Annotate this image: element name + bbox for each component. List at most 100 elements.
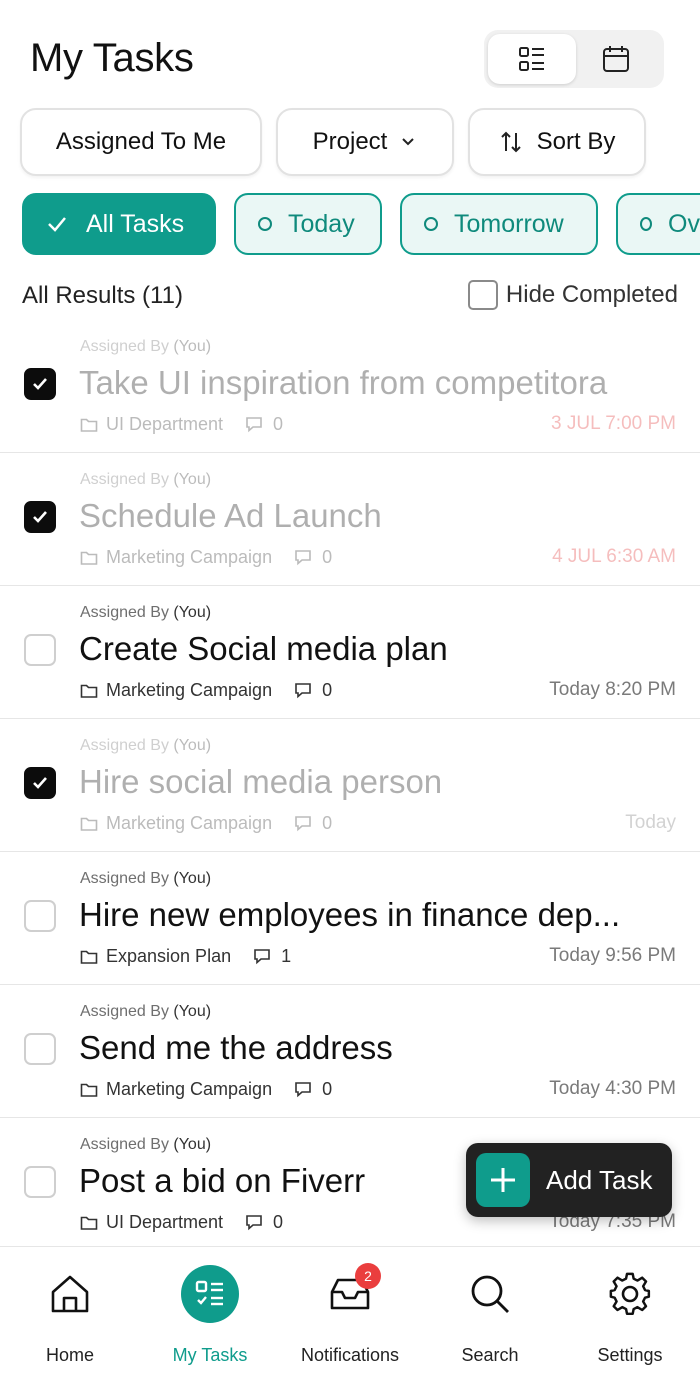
check-icon bbox=[33, 511, 47, 523]
nav-home-label: Home bbox=[45, 1345, 94, 1365]
task-meta: Expansion Plan 1 bbox=[80, 946, 291, 967]
task-project: Marketing Campaign bbox=[106, 1079, 273, 1099]
task-checkbox[interactable] bbox=[24, 634, 56, 666]
add-task-button[interactable]: Add Task bbox=[466, 1143, 672, 1217]
task-title: Hire social media person bbox=[79, 763, 443, 800]
task-checkbox[interactable] bbox=[24, 1033, 56, 1065]
task-comment-count: 0 bbox=[322, 813, 333, 833]
nav-my-tasks-label: My Tasks bbox=[172, 1345, 248, 1365]
task-title: Create Social media plan bbox=[79, 630, 448, 667]
folder-icon bbox=[80, 550, 98, 566]
chip-today-label: Today bbox=[288, 209, 355, 238]
task-title: Take UI inspiration from competitora bbox=[79, 364, 608, 401]
task-meta: UI Department 0 bbox=[80, 1212, 283, 1233]
task-checkbox[interactable] bbox=[24, 900, 56, 932]
calendar-icon bbox=[603, 46, 629, 72]
task-comment-count: 0 bbox=[322, 680, 333, 700]
gear-icon bbox=[601, 1265, 659, 1323]
task-meta: UI Department 0 bbox=[80, 414, 283, 435]
view-toggle bbox=[484, 30, 664, 88]
plus-icon bbox=[476, 1153, 530, 1207]
task-checkbox[interactable] bbox=[24, 368, 56, 400]
chip-today[interactable]: Today bbox=[234, 193, 382, 255]
task-checkbox[interactable] bbox=[24, 767, 56, 799]
task-project: Marketing Campaign bbox=[106, 813, 273, 833]
task-title: Hire new employees in finance dep... bbox=[79, 896, 621, 933]
task-meta: Marketing Campaign 0 bbox=[80, 1079, 332, 1100]
results-count: All Results (11) bbox=[22, 282, 183, 309]
nav-search[interactable]: Search bbox=[420, 1265, 560, 1375]
task-due-date: 4 JUL 6:30 AM bbox=[552, 546, 676, 567]
results-bar: All Results (11) Hide Completed bbox=[22, 280, 678, 312]
hide-completed-toggle[interactable]: Hide Completed bbox=[467, 280, 678, 310]
task-project: UI Department bbox=[106, 1212, 224, 1232]
folder-icon bbox=[80, 417, 98, 433]
circle-icon bbox=[258, 217, 272, 231]
comment-icon bbox=[294, 549, 312, 566]
list-view-icon bbox=[519, 47, 544, 71]
task-assigned-by: Assigned By (You) bbox=[80, 471, 212, 488]
task-project: UI Department bbox=[106, 414, 224, 434]
chip-tomorrow-label: Tomorrow bbox=[454, 209, 564, 238]
comment-icon bbox=[294, 815, 312, 832]
task-comment-count: 0 bbox=[273, 414, 284, 434]
task-due-date: Today 8:20 PM bbox=[549, 679, 676, 700]
chip-all-tasks[interactable]: All Tasks bbox=[22, 193, 216, 255]
task-checkbox[interactable] bbox=[24, 501, 56, 533]
comment-icon bbox=[294, 1081, 312, 1098]
nav-settings-label: Settings bbox=[597, 1345, 663, 1365]
sort-by-button[interactable]: Sort By bbox=[468, 108, 646, 176]
task-comment-count: 1 bbox=[281, 946, 292, 966]
nav-notifications-label: Notifications bbox=[300, 1345, 400, 1365]
task-due-date: Today 4:30 PM bbox=[549, 1078, 676, 1099]
nav-my-tasks[interactable]: My Tasks bbox=[140, 1265, 280, 1375]
task-row[interactable]: Assigned By (You) Hire social media pers… bbox=[0, 719, 700, 852]
task-comment-count: 0 bbox=[322, 1079, 333, 1099]
project-filter-button[interactable]: Project bbox=[276, 108, 454, 176]
task-row[interactable]: Assigned By (You) Take UI inspiration fr… bbox=[0, 320, 700, 453]
folder-icon bbox=[80, 683, 98, 699]
add-task-label: Add Task bbox=[546, 1164, 653, 1195]
list-view-button[interactable] bbox=[488, 34, 576, 84]
task-due-date: 3 JUL 7:00 PM bbox=[551, 413, 676, 434]
folder-icon bbox=[80, 1215, 98, 1231]
chevron-down-icon bbox=[399, 133, 417, 151]
task-list: Assigned By (You) Take UI inspiration fr… bbox=[0, 320, 700, 1251]
header: My Tasks bbox=[0, 0, 700, 100]
project-filter-label: Project bbox=[312, 128, 388, 155]
task-meta: Marketing Campaign 0 bbox=[80, 813, 332, 834]
task-meta: Marketing Campaign 0 bbox=[80, 680, 332, 701]
filter-bar: Assigned To Me Project Sort By bbox=[20, 108, 646, 176]
assigned-filter-button[interactable]: Assigned To Me bbox=[20, 108, 262, 176]
task-row[interactable]: Assigned By (You) Hire new employees in … bbox=[0, 852, 700, 985]
sort-icon bbox=[499, 130, 523, 154]
sort-by-label: Sort By bbox=[536, 128, 616, 155]
calendar-view-button[interactable] bbox=[572, 34, 660, 84]
task-assigned-by: Assigned By (You) bbox=[80, 1003, 212, 1020]
nav-notifications[interactable]: 2 Notifications bbox=[280, 1263, 420, 1375]
task-due-date: Today 9:56 PM bbox=[549, 945, 676, 966]
nav-settings[interactable]: Settings bbox=[560, 1265, 700, 1375]
hide-completed-checkbox[interactable] bbox=[467, 280, 498, 310]
bottom-nav: Home My Tasks 2 Notifications Search Set… bbox=[0, 1246, 700, 1382]
chip-overdue[interactable]: Ov bbox=[616, 193, 700, 255]
nav-search-label: Search bbox=[461, 1345, 519, 1365]
task-row[interactable]: Assigned By (You) Send me the address Ma… bbox=[0, 985, 700, 1118]
task-project: Expansion Plan bbox=[106, 946, 232, 966]
assigned-filter-label: Assigned To Me bbox=[55, 128, 227, 155]
chip-all-tasks-label: All Tasks bbox=[86, 209, 185, 238]
task-assigned-by: Assigned By (You) bbox=[80, 338, 212, 355]
home-icon bbox=[41, 1265, 99, 1323]
task-row[interactable]: Assigned By (You) Schedule Ad Launch Mar… bbox=[0, 453, 700, 586]
check-icon bbox=[46, 213, 68, 235]
task-row[interactable]: Assigned By (You) Create Social media pl… bbox=[0, 586, 700, 719]
task-checkbox[interactable] bbox=[24, 1166, 56, 1198]
tasks-icon bbox=[181, 1265, 239, 1323]
comment-icon bbox=[245, 416, 263, 433]
task-project: Marketing Campaign bbox=[106, 547, 273, 567]
task-comment-count: 0 bbox=[273, 1212, 284, 1232]
chip-tomorrow[interactable]: Tomorrow bbox=[400, 193, 598, 255]
nav-home[interactable]: Home bbox=[0, 1265, 140, 1375]
task-meta: Marketing Campaign 0 bbox=[80, 547, 332, 568]
circle-icon bbox=[640, 217, 653, 231]
